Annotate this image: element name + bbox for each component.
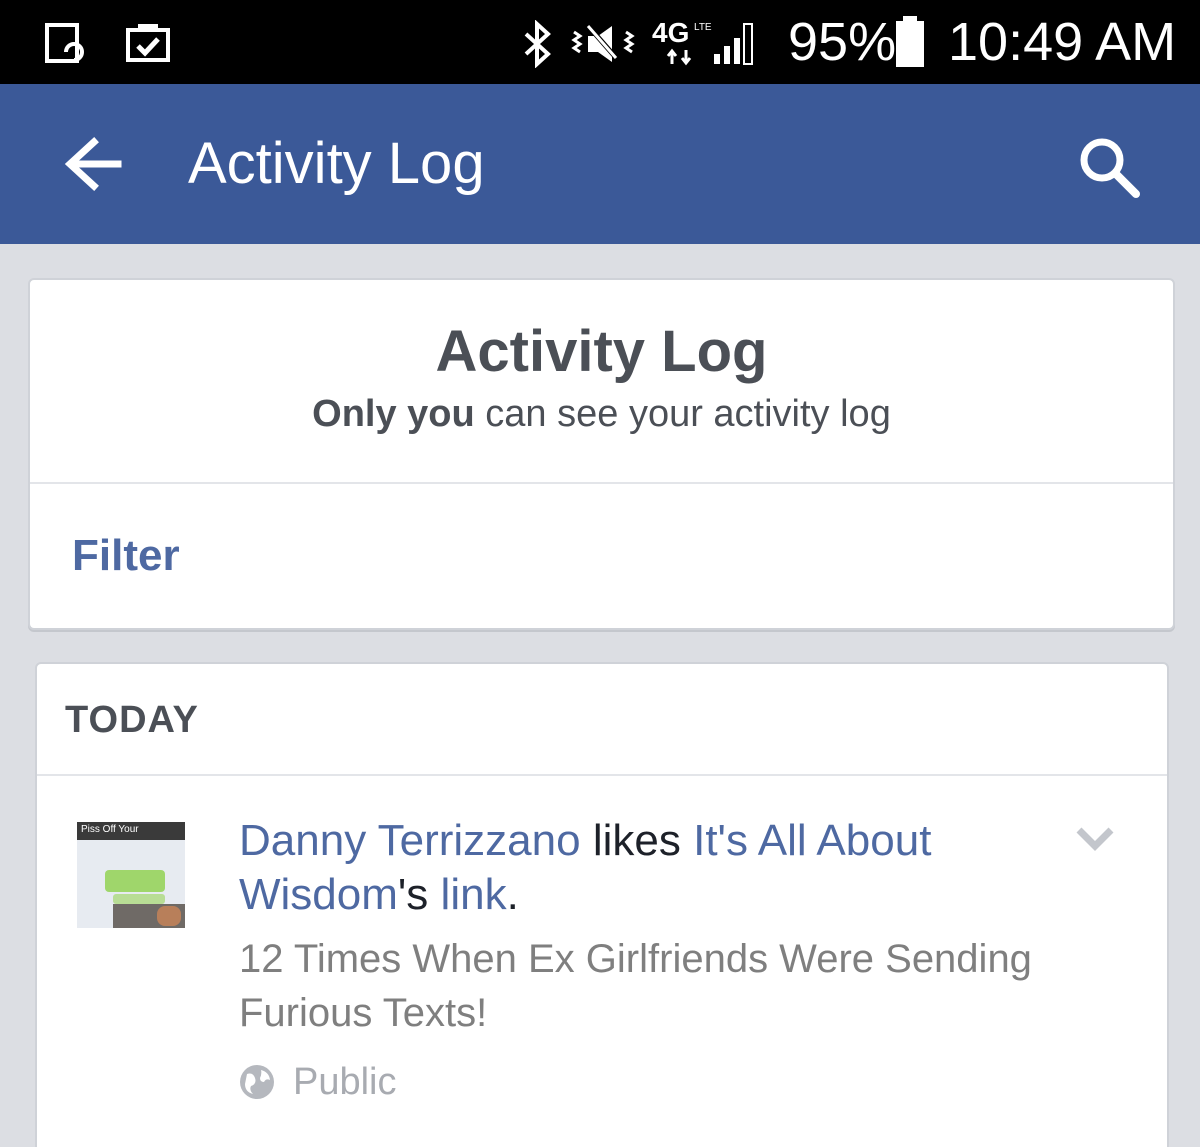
- network-sub-label: LTE: [694, 22, 712, 33]
- clock: 10:49 AM: [948, 12, 1177, 72]
- privacy-note-bold: Only you: [312, 393, 475, 435]
- privacy-note-rest: can see your activity log: [485, 393, 891, 435]
- story-options-button[interactable]: [1073, 824, 1117, 854]
- globe-icon: [240, 1065, 274, 1099]
- bluetooth-icon: [524, 20, 551, 68]
- story-description: 12 Times When Ex Girlfriends Were Sendin…: [239, 937, 1032, 1035]
- activity-log-header-card: Activity Log Only you can see your activ…: [28, 278, 1175, 630]
- clipboard-check-icon: [126, 24, 170, 62]
- search-button[interactable]: [1072, 130, 1148, 206]
- divider: [30, 482, 1173, 484]
- story-period: .: [506, 870, 519, 919]
- activity-section-card: TODAY Piss Off Your Danny Terrizzano lik…: [35, 662, 1169, 1147]
- search-icon: [1080, 138, 1140, 198]
- thumbnail-header: Piss Off Your: [77, 822, 185, 840]
- divider: [37, 774, 1167, 776]
- privacy-label: Public: [293, 1061, 397, 1103]
- object-link[interactable]: link: [441, 870, 507, 919]
- lte-icon: [666, 48, 692, 66]
- actor-link[interactable]: Danny Terrizzano: [239, 816, 581, 865]
- battery-percent: 95%: [788, 12, 897, 72]
- section-label-today: TODAY: [65, 699, 199, 741]
- app-bar-title: Activity Log: [188, 131, 485, 196]
- chevron-down-icon: [1076, 827, 1114, 851]
- network-label: 4G: [652, 17, 690, 48]
- battery-icon: [896, 16, 924, 67]
- arrow-left-icon: [64, 137, 122, 191]
- back-button[interactable]: [58, 132, 130, 196]
- story-headline: Danny Terrizzano likes It's All About Wi…: [239, 814, 1039, 922]
- filter-button[interactable]: Filter: [72, 530, 180, 582]
- signal-icon: [714, 23, 753, 65]
- thumbnail-bubble: [113, 894, 165, 904]
- app-bar: Activity Log: [0, 84, 1200, 244]
- status-bar: 4G LTE 95% 10:49 AM: [0, 0, 1200, 84]
- screen-rotate-icon: [45, 23, 84, 63]
- page-title: Activity Log: [435, 319, 768, 384]
- story-verb: likes: [592, 816, 681, 865]
- story-thumbnail[interactable]: Piss Off Your: [77, 822, 185, 928]
- thumbnail-caption: Piss Off Your: [81, 824, 139, 835]
- thumbnail-photo: [157, 906, 181, 926]
- privacy-note: Only you can see your activity log: [30, 392, 1173, 436]
- story-possessive: 's: [397, 870, 429, 919]
- thumbnail-bubble: [105, 870, 165, 892]
- vibrate-icon: [571, 25, 635, 62]
